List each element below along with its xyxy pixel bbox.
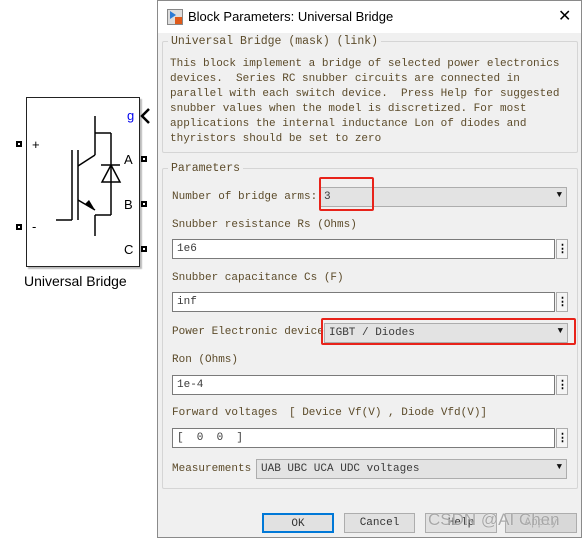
parameters-title: Parameters (168, 162, 244, 175)
more-options-icon[interactable]: ⋮ (556, 239, 568, 259)
rs-input[interactable]: 1e6 (172, 239, 555, 259)
mask-description: This block implement a bridge of selecte… (170, 58, 560, 145)
port-c-label: C (124, 242, 134, 257)
block-parameters-dialog: Block Parameters: Universal Bridge ✕ Uni… (157, 0, 582, 538)
highlight-box (321, 318, 576, 345)
mask-title: Universal Bridge (mask) (link) (168, 35, 382, 48)
dropdown-arrow-icon: ▼ (556, 190, 562, 200)
simulink-block-icon (167, 9, 183, 25)
title-bar[interactable]: Block Parameters: Universal Bridge ✕ (158, 1, 581, 33)
dialog-title: Block Parameters: Universal Bridge (188, 9, 394, 24)
port-b[interactable] (141, 201, 147, 207)
rs-label: Snubber resistance Rs (Ohms) (172, 219, 357, 231)
port-plus[interactable] (16, 141, 22, 147)
more-options-icon[interactable]: ⋮ (556, 375, 568, 395)
watermark: CSDN @AI Chen (428, 510, 560, 529)
port-a[interactable] (141, 156, 147, 162)
vf-input[interactable]: [ 0 0 ] (172, 428, 555, 448)
port-b-label: B (124, 197, 133, 212)
block-name[interactable]: Universal Bridge (24, 273, 127, 289)
ok-button[interactable]: OK (262, 513, 334, 533)
vf-label: Forward voltages (172, 407, 278, 419)
vf-hint: [ Device Vf(V) , Diode Vfd(V)] (289, 407, 488, 419)
port-g-arrow-icon[interactable] (139, 107, 151, 125)
port-c[interactable] (141, 246, 147, 252)
highlight-box (319, 177, 374, 211)
close-icon[interactable]: ✕ (558, 6, 571, 25)
cs-label: Snubber capacitance Cs (F) (172, 272, 344, 284)
port-minus[interactable] (16, 224, 22, 230)
cancel-button[interactable]: Cancel (344, 513, 415, 533)
port-plus-label: + (32, 137, 40, 152)
universal-bridge-block[interactable] (26, 97, 140, 267)
port-minus-label: - (32, 219, 37, 234)
cs-input[interactable]: inf (172, 292, 555, 312)
measurements-label: Measurements (172, 463, 252, 475)
dropdown-arrow-icon: ▼ (556, 462, 562, 472)
measurements-select[interactable]: UAB UBC UCA UDC voltages ▼ (256, 459, 567, 479)
ron-label: Ron (Ohms) (172, 354, 239, 366)
port-g-label: g (127, 108, 135, 123)
port-a-label: A (124, 152, 133, 167)
bridge-arms-label: Number of bridge arms: (172, 191, 318, 203)
device-label: Power Electronic device (172, 326, 324, 338)
more-options-icon[interactable]: ⋮ (556, 292, 568, 312)
ron-input[interactable]: 1e-4 (172, 375, 555, 395)
more-options-icon[interactable]: ⋮ (556, 428, 568, 448)
